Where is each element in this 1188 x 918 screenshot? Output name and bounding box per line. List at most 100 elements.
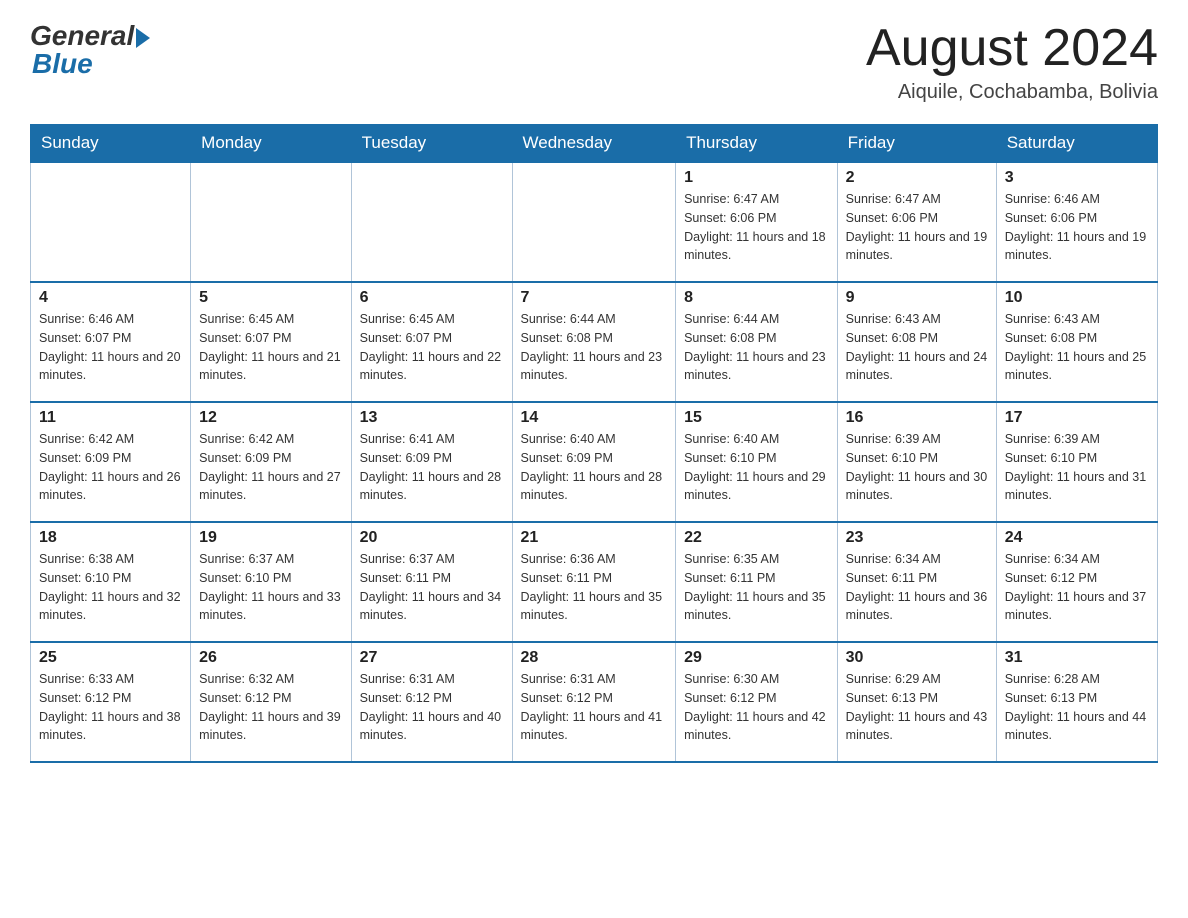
calendar-day-cell: 30 Sunrise: 6:29 AM Sunset: 6:13 PM Dayli…: [837, 642, 996, 762]
day-number: 7: [521, 289, 668, 307]
day-info: Sunrise: 6:42 AM Sunset: 6:09 PM Dayligh…: [39, 430, 182, 505]
calendar-day-cell: 6 Sunrise: 6:45 AM Sunset: 6:07 PM Daylig…: [351, 282, 512, 402]
calendar-day-header: Wednesday: [512, 125, 676, 163]
day-info: Sunrise: 6:45 AM Sunset: 6:07 PM Dayligh…: [360, 310, 504, 385]
calendar-day-cell: 18 Sunrise: 6:38 AM Sunset: 6:10 PM Dayli…: [31, 522, 191, 642]
day-number: 21: [521, 529, 668, 547]
calendar-day-cell: 8 Sunrise: 6:44 AM Sunset: 6:08 PM Daylig…: [676, 282, 838, 402]
calendar-day-cell: 21 Sunrise: 6:36 AM Sunset: 6:11 PM Dayli…: [512, 522, 676, 642]
day-number: 19: [199, 529, 342, 547]
calendar-day-cell: 15 Sunrise: 6:40 AM Sunset: 6:10 PM Dayli…: [676, 402, 838, 522]
day-info: Sunrise: 6:47 AM Sunset: 6:06 PM Dayligh…: [846, 190, 988, 265]
day-info: Sunrise: 6:34 AM Sunset: 6:12 PM Dayligh…: [1005, 550, 1149, 625]
day-info: Sunrise: 6:29 AM Sunset: 6:13 PM Dayligh…: [846, 670, 988, 745]
calendar-day-cell: 7Sunrise: 6:44 AM Sunset: 6:08 PM Daylig…: [512, 282, 676, 402]
day-info: Sunrise: 6:31 AM Sunset: 6:12 PM Dayligh…: [521, 670, 668, 745]
day-info: Sunrise: 6:36 AM Sunset: 6:11 PM Dayligh…: [521, 550, 668, 625]
day-info: Sunrise: 6:41 AM Sunset: 6:09 PM Dayligh…: [360, 430, 504, 505]
day-number: 4: [39, 289, 182, 307]
calendar-day-cell: 17 Sunrise: 6:39 AM Sunset: 6:10 PM Dayli…: [996, 402, 1157, 522]
day-info: Sunrise: 6:35 AM Sunset: 6:11 PM Dayligh…: [684, 550, 829, 625]
calendar-day-cell: 14 Sunrise: 6:40 AM Sunset: 6:09 PM Dayli…: [512, 402, 676, 522]
calendar-day-cell: 19 Sunrise: 6:37 AM Sunset: 6:10 PM Dayli…: [191, 522, 351, 642]
calendar-day-cell: 20 Sunrise: 6:37 AM Sunset: 6:11 PM Dayli…: [351, 522, 512, 642]
calendar-day-cell: 11Sunrise: 6:42 AM Sunset: 6:09 PM Dayli…: [31, 402, 191, 522]
calendar-day-cell: 9 Sunrise: 6:43 AM Sunset: 6:08 PM Daylig…: [837, 282, 996, 402]
calendar-day-header: Thursday: [676, 125, 838, 163]
day-info: Sunrise: 6:39 AM Sunset: 6:10 PM Dayligh…: [846, 430, 988, 505]
calendar-day-cell: 1 Sunrise: 6:47 AM Sunset: 6:06 PM Daylig…: [676, 162, 838, 282]
day-info: Sunrise: 6:46 AM Sunset: 6:06 PM Dayligh…: [1005, 190, 1149, 265]
calendar-day-cell: 12 Sunrise: 6:42 AM Sunset: 6:09 PM Dayli…: [191, 402, 351, 522]
day-number: 9: [846, 289, 988, 307]
calendar-week-row: 25 Sunrise: 6:33 AM Sunset: 6:12 PM Dayli…: [31, 642, 1158, 762]
calendar-day-cell: 23Sunrise: 6:34 AM Sunset: 6:11 PM Dayli…: [837, 522, 996, 642]
calendar-day-cell: 2 Sunrise: 6:47 AM Sunset: 6:06 PM Daylig…: [837, 162, 996, 282]
day-number: 15: [684, 409, 829, 427]
day-info: Sunrise: 6:32 AM Sunset: 6:12 PM Dayligh…: [199, 670, 342, 745]
logo: General Blue: [30, 20, 150, 80]
day-info: Sunrise: 6:38 AM Sunset: 6:10 PM Dayligh…: [39, 550, 182, 625]
location: Aiquile, Cochabamba, Bolivia: [866, 81, 1158, 104]
day-info: Sunrise: 6:42 AM Sunset: 6:09 PM Dayligh…: [199, 430, 342, 505]
calendar-header-row: SundayMondayTuesdayWednesdayThursdayFrid…: [31, 125, 1158, 163]
calendar-day-cell: 13 Sunrise: 6:41 AM Sunset: 6:09 PM Dayli…: [351, 402, 512, 522]
day-number: 5: [199, 289, 342, 307]
day-number: 30: [846, 649, 988, 667]
day-number: 14: [521, 409, 668, 427]
calendar-day-cell: 28 Sunrise: 6:31 AM Sunset: 6:12 PM Dayli…: [512, 642, 676, 762]
day-info: Sunrise: 6:37 AM Sunset: 6:11 PM Dayligh…: [360, 550, 504, 625]
calendar-week-row: 18 Sunrise: 6:38 AM Sunset: 6:10 PM Dayli…: [31, 522, 1158, 642]
day-info: Sunrise: 6:47 AM Sunset: 6:06 PM Dayligh…: [684, 190, 829, 265]
day-number: 22: [684, 529, 829, 547]
day-number: 24: [1005, 529, 1149, 547]
calendar-day-cell: 5Sunrise: 6:45 AM Sunset: 6:07 PM Daylig…: [191, 282, 351, 402]
day-number: 26: [199, 649, 342, 667]
day-number: 6: [360, 289, 504, 307]
calendar-day-header: Monday: [191, 125, 351, 163]
calendar-day-header: Sunday: [31, 125, 191, 163]
calendar-day-cell: 29Sunrise: 6:30 AM Sunset: 6:12 PM Dayli…: [676, 642, 838, 762]
calendar-day-header: Tuesday: [351, 125, 512, 163]
day-info: Sunrise: 6:34 AM Sunset: 6:11 PM Dayligh…: [846, 550, 988, 625]
day-number: 8: [684, 289, 829, 307]
day-number: 18: [39, 529, 182, 547]
calendar-day-header: Friday: [837, 125, 996, 163]
calendar-day-cell: 22 Sunrise: 6:35 AM Sunset: 6:11 PM Dayli…: [676, 522, 838, 642]
day-number: 27: [360, 649, 504, 667]
day-info: Sunrise: 6:46 AM Sunset: 6:07 PM Dayligh…: [39, 310, 182, 385]
day-number: 16: [846, 409, 988, 427]
day-number: 20: [360, 529, 504, 547]
day-number: 25: [39, 649, 182, 667]
month-title: August 2024: [866, 20, 1158, 77]
day-info: Sunrise: 6:40 AM Sunset: 6:10 PM Dayligh…: [684, 430, 829, 505]
day-number: 1: [684, 169, 829, 187]
day-info: Sunrise: 6:39 AM Sunset: 6:10 PM Dayligh…: [1005, 430, 1149, 505]
day-number: 28: [521, 649, 668, 667]
calendar-week-row: 11Sunrise: 6:42 AM Sunset: 6:09 PM Dayli…: [31, 402, 1158, 522]
day-number: 10: [1005, 289, 1149, 307]
calendar-day-cell: [191, 162, 351, 282]
day-number: 2: [846, 169, 988, 187]
logo-blue-text: Blue: [32, 48, 93, 80]
logo-arrow-icon: [136, 28, 150, 48]
day-info: Sunrise: 6:37 AM Sunset: 6:10 PM Dayligh…: [199, 550, 342, 625]
calendar-day-cell: 4 Sunrise: 6:46 AM Sunset: 6:07 PM Daylig…: [31, 282, 191, 402]
day-number: 13: [360, 409, 504, 427]
calendar-day-cell: 24 Sunrise: 6:34 AM Sunset: 6:12 PM Dayli…: [996, 522, 1157, 642]
calendar-week-row: 4 Sunrise: 6:46 AM Sunset: 6:07 PM Daylig…: [31, 282, 1158, 402]
day-info: Sunrise: 6:31 AM Sunset: 6:12 PM Dayligh…: [360, 670, 504, 745]
calendar-day-cell: [31, 162, 191, 282]
calendar-table: SundayMondayTuesdayWednesdayThursdayFrid…: [30, 124, 1158, 763]
calendar-week-row: 1 Sunrise: 6:47 AM Sunset: 6:06 PM Daylig…: [31, 162, 1158, 282]
day-info: Sunrise: 6:40 AM Sunset: 6:09 PM Dayligh…: [521, 430, 668, 505]
calendar-day-cell: [351, 162, 512, 282]
title-area: August 2024 Aiquile, Cochabamba, Bolivia: [866, 20, 1158, 104]
day-info: Sunrise: 6:44 AM Sunset: 6:08 PM Dayligh…: [684, 310, 829, 385]
day-number: 12: [199, 409, 342, 427]
calendar-day-cell: 16 Sunrise: 6:39 AM Sunset: 6:10 PM Dayli…: [837, 402, 996, 522]
day-number: 17: [1005, 409, 1149, 427]
day-number: 3: [1005, 169, 1149, 187]
day-info: Sunrise: 6:43 AM Sunset: 6:08 PM Dayligh…: [846, 310, 988, 385]
day-info: Sunrise: 6:33 AM Sunset: 6:12 PM Dayligh…: [39, 670, 182, 745]
